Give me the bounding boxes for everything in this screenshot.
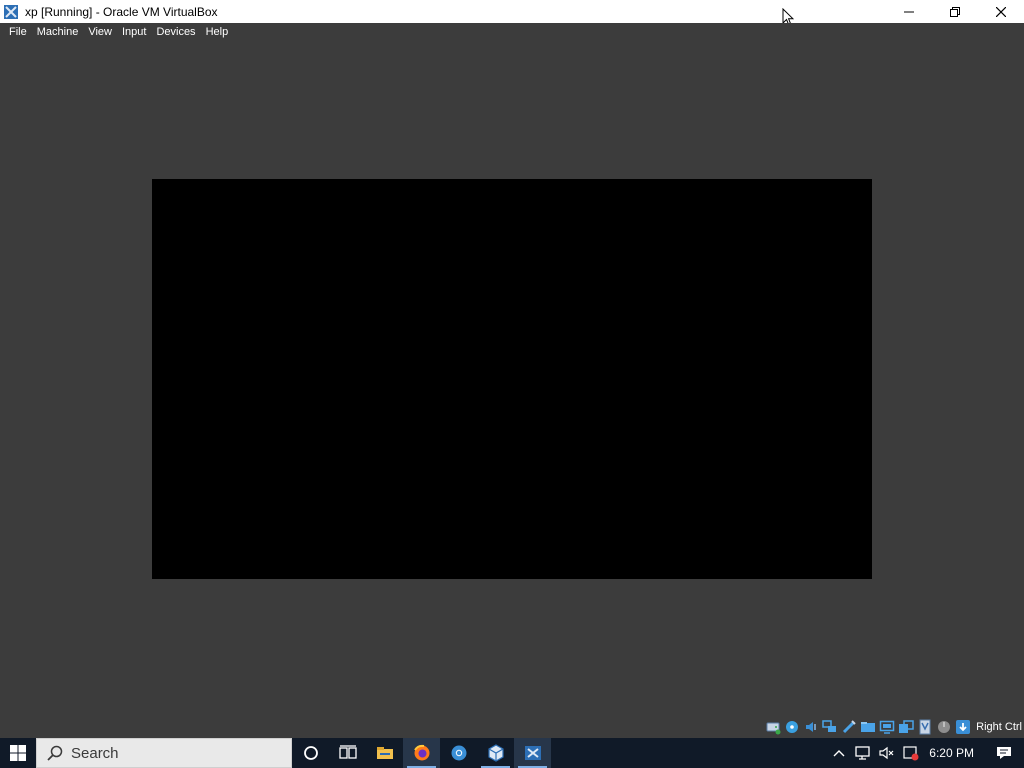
video-capture-icon[interactable] <box>898 719 914 735</box>
volume-tray-button[interactable] <box>875 738 899 768</box>
cortana-icon <box>303 746 318 760</box>
network-tray-button[interactable] <box>851 738 875 768</box>
security-icon <box>903 746 919 761</box>
menu-input[interactable]: Input <box>117 23 151 42</box>
vm-guest-screen[interactable] <box>152 179 872 579</box>
chevron-up-icon <box>833 750 845 757</box>
close-icon <box>996 6 1006 17</box>
menu-file[interactable]: File <box>4 23 32 42</box>
volume-muted-icon <box>879 746 894 760</box>
chrome-icon <box>451 745 466 761</box>
usb-icon[interactable] <box>841 719 857 735</box>
mouse-integration-icon[interactable] <box>936 719 952 735</box>
restore-button[interactable] <box>932 0 978 23</box>
action-center-icon <box>997 747 1011 759</box>
host-key-label: Right Ctrl <box>976 721 1022 733</box>
close-button[interactable] <box>978 0 1024 23</box>
virtualbox-app-icon <box>4 4 18 19</box>
task-view-icon <box>338 745 357 759</box>
virtualbox-manager-button[interactable] <box>477 738 514 768</box>
firefox-button[interactable] <box>403 738 440 768</box>
virtualbox-manager-icon <box>487 744 504 762</box>
task-view-button[interactable] <box>329 738 366 768</box>
action-center-button[interactable] <box>984 738 1024 768</box>
vm-status-bar: Right Ctrl <box>0 716 1024 738</box>
hard-disk-icon[interactable] <box>765 719 781 735</box>
audio-icon[interactable] <box>803 719 819 735</box>
optical-drive-icon[interactable] <box>784 719 800 735</box>
virtualization-icon[interactable] <box>917 719 933 735</box>
windows-taskbar: Search 6:20 PM <box>0 738 1024 768</box>
security-tray-button[interactable] <box>899 738 923 768</box>
menu-machine[interactable]: Machine <box>32 23 84 42</box>
vm-display-area <box>0 42 1024 716</box>
shared-folders-icon[interactable] <box>860 719 876 735</box>
minimize-icon <box>904 11 914 12</box>
show-hidden-icons-button[interactable] <box>827 738 851 768</box>
file-explorer-icon <box>376 747 393 759</box>
menu-help[interactable]: Help <box>201 23 234 42</box>
cortana-button[interactable] <box>292 738 329 768</box>
search-placeholder: Search <box>71 744 119 762</box>
file-explorer-button[interactable] <box>366 738 403 768</box>
search-icon <box>47 745 63 761</box>
start-button[interactable] <box>0 738 36 768</box>
menu-devices[interactable]: Devices <box>151 23 200 42</box>
restore-icon <box>950 6 960 17</box>
taskbar-clock[interactable]: 6:20 PM <box>923 746 984 760</box>
windows-logo-icon <box>10 745 26 761</box>
taskbar-search-box[interactable]: Search <box>36 738 292 768</box>
title-bar: xp [Running] - Oracle VM VirtualBox <box>0 0 1024 23</box>
network-icon <box>855 746 870 760</box>
virtualbox-vm-button[interactable] <box>514 738 551 768</box>
firefox-icon <box>413 744 429 761</box>
window-title: xp [Running] - Oracle VM VirtualBox <box>25 4 218 19</box>
menu-view[interactable]: View <box>83 23 117 42</box>
keyboard-capture-icon[interactable] <box>955 719 971 735</box>
virtualbox-vm-icon <box>524 746 541 760</box>
display-icon[interactable] <box>879 719 895 735</box>
minimize-button[interactable] <box>886 0 932 23</box>
system-tray: 6:20 PM <box>827 738 1024 768</box>
network-icon[interactable] <box>822 719 838 735</box>
menu-bar: File Machine View Input Devices Help <box>0 23 1024 42</box>
chrome-button[interactable] <box>440 738 477 768</box>
